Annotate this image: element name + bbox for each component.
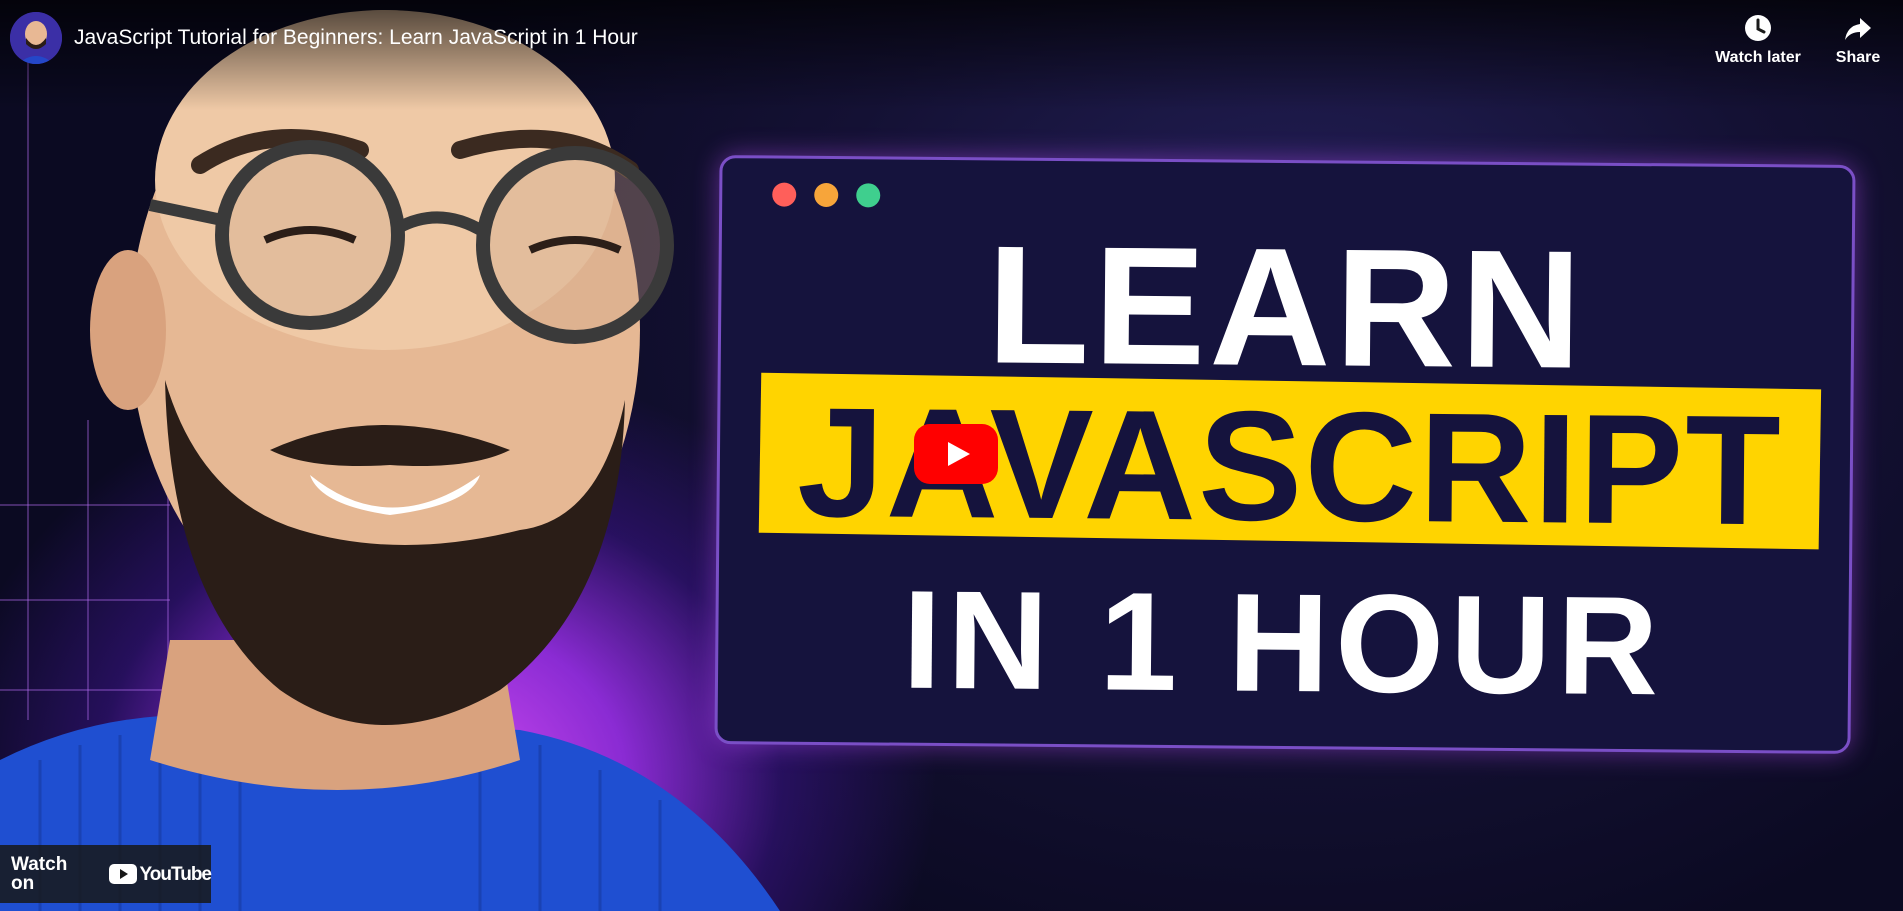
thumbnail-line-learn: LEARN xyxy=(986,210,1587,404)
share-button[interactable]: Share xyxy=(1824,12,1892,66)
watch-on-youtube-button[interactable]: Watch on YouTube xyxy=(0,845,212,903)
window-dot-orange xyxy=(814,182,839,208)
top-overlay xyxy=(0,0,1903,110)
youtube-wordmark: YouTube xyxy=(139,863,212,885)
window-dot-green xyxy=(856,183,881,208)
video-player[interactable]: LEARN JAVASCRIPT IN 1 HOUR JavaScript Tu… xyxy=(0,0,1903,911)
watch-later-button[interactable]: Watch later xyxy=(1706,12,1810,66)
video-title[interactable]: JavaScript Tutorial for Beginners: Learn… xyxy=(74,24,638,51)
avatar-icon xyxy=(10,12,62,64)
play-button-icon xyxy=(914,424,998,484)
share-arrow-icon xyxy=(1845,18,1871,40)
window-dot-red xyxy=(772,182,797,207)
thumbnail-code-window: LEARN JAVASCRIPT IN 1 HOUR xyxy=(714,155,1856,754)
youtube-logo-icon xyxy=(108,864,137,884)
youtube-logo: YouTube xyxy=(108,863,212,885)
watch-on-label: Watch on xyxy=(11,854,68,894)
presenter-image xyxy=(0,10,780,911)
play-button[interactable] xyxy=(914,424,998,484)
watch-later-label: Watch later xyxy=(1715,49,1801,66)
share-label: Share xyxy=(1835,49,1881,66)
channel-avatar[interactable] xyxy=(10,12,62,64)
thumbnail-line-hour: IN 1 HOUR xyxy=(901,560,1665,725)
clock-icon xyxy=(1745,15,1771,41)
